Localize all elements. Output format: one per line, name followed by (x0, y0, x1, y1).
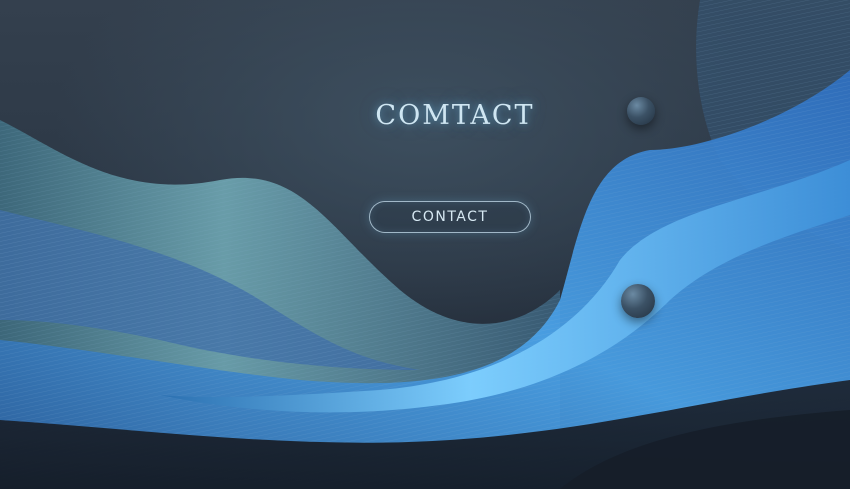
contact-button[interactable]: CONTACT (369, 201, 531, 233)
contact-hero-page: COMTACT CONTACT (0, 0, 850, 489)
decorative-orb-bottom (621, 284, 655, 318)
page-title: COMTACT (375, 100, 535, 131)
background-waves (0, 0, 850, 489)
decorative-orb-top (627, 97, 655, 125)
